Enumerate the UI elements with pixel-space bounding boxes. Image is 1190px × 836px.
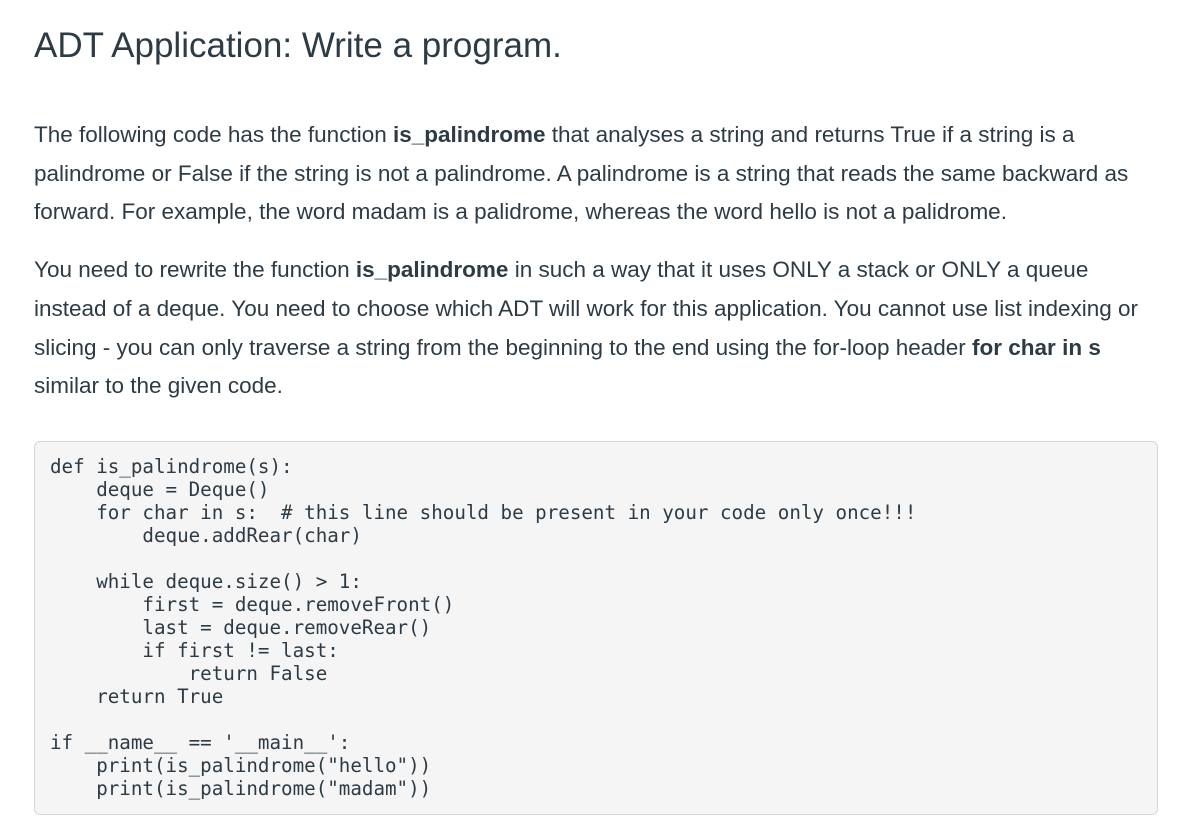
code-line: deque.addRear(char) — [50, 524, 362, 547]
code-line: def is_palindrome(s): — [50, 455, 293, 478]
loop-header-bold: for char in s — [972, 334, 1101, 360]
code-line: return False — [50, 662, 328, 685]
code-line: if first != last: — [50, 639, 339, 662]
code-line: first = deque.removeFront() — [50, 593, 455, 616]
description-paragraph-1: The following code has the function is_p… — [34, 116, 1160, 232]
function-name-bold-2: is_palindrome — [355, 257, 509, 283]
paragraph-2-text-c: similar to the given code. — [34, 373, 283, 399]
paragraph-2-text-a: You need to rewrite the function — [34, 257, 356, 283]
code-line: last = deque.removeRear() — [50, 616, 432, 639]
code-line: print(is_palindrome("madam")) — [50, 777, 432, 800]
code-line: return True — [50, 685, 224, 708]
page-content: ADT Application: Write a program. The fo… — [34, 24, 1160, 815]
code-listing: def is_palindrome(s): deque = Deque() fo… — [50, 455, 916, 800]
page-title: ADT Application: Write a program. — [34, 26, 562, 65]
function-name-bold: is_palindrome — [392, 122, 546, 147]
code-line: print(is_palindrome("hello")) — [50, 754, 432, 777]
paragraph-1-text-a: The following code has the function — [34, 122, 393, 147]
description-paragraph-2: You need to rewrite the function is_pali… — [34, 251, 1160, 406]
code-line: while deque.size() > 1: — [50, 570, 362, 593]
code-line: if __name__ == '__main__': — [50, 731, 351, 754]
code-block: def is_palindrome(s): deque = Deque() fo… — [34, 441, 1158, 815]
code-line: deque = Deque() — [50, 478, 270, 501]
code-line: for char in s: # this line should be pre… — [50, 501, 917, 524]
